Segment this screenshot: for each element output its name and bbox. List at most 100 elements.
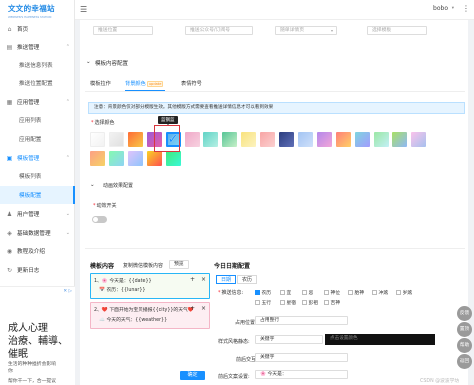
section-title: 模板内容配置 [95,61,129,67]
tab-lunar[interactable]: 农历 [237,275,257,284]
checkbox-box[interactable] [302,290,307,295]
color-swatch[interactable] [260,132,276,147]
option-checkbox[interactable]: 宜 [280,289,291,296]
top-button[interactable]: 置顶 [457,322,472,337]
option-checkbox[interactable]: 胎神 [348,289,364,296]
checkbox-box[interactable] [372,290,377,295]
color-swatch[interactable] [127,132,143,147]
color-swatch[interactable] [203,132,219,147]
brand-logo[interactable]: 文文的幸福站 WENWEN'S HAPPINESS STATION [8,3,70,19]
color-swatch[interactable] [165,151,181,166]
color-swatch[interactable] [108,132,124,147]
add-line-button[interactable]: + [190,306,195,312]
checkbox-box[interactable] [396,290,401,295]
sidebar-item-user-management[interactable]: ♟ 用户管理 ⌄ [0,205,75,223]
sidebar-item-tutorial[interactable]: ◉ 教程及介绍 [0,242,75,260]
sidebar-item-template-management[interactable]: ▣ 模板管理 ⌃ [0,149,75,167]
effects-collapse-icon[interactable]: ⌄ [90,182,95,188]
sidebar-item-push-info-list[interactable]: 推送信息列表 [0,56,75,74]
sidebar-item-base-data[interactable]: ◈ 基础数据管理 ⌄ [0,224,75,242]
toggle-knob [93,217,98,222]
sidebar-item-push-management[interactable]: ▤ 推送管理 ⌃ [0,38,75,56]
color-swatch[interactable] [146,151,162,166]
checkbox-label: 五行 [261,301,272,306]
option-checkbox[interactable]: 冲煞 [372,289,388,296]
color-swatch[interactable] [90,132,105,147]
message-card[interactable]: 2、❤️ 下面开始为宝贝播报{{city}}的天气❤️ ☁️ 今天的天气：{{w… [90,302,210,329]
option-checkbox[interactable]: 神位 [324,289,340,296]
interaction-input[interactable]: 关键字 [255,353,348,362]
color-swatch[interactable] [241,132,257,147]
sidebar-item-home[interactable]: ⌂ 首页 [0,20,75,38]
text-setting-input[interactable]: 🌸 今天是： [255,370,348,379]
color-setting-field[interactable]: 点击设置颜色 [325,334,435,345]
option-checkbox[interactable]: 吉神 [324,299,340,306]
copy-wechat-template-link[interactable]: 复制微信模板内容 [123,262,163,269]
checkbox-box[interactable] [324,290,329,295]
tab-date[interactable]: 日期 [216,275,236,284]
color-swatch[interactable] [127,151,143,166]
more-menu-icon[interactable]: ⋮ [462,4,470,13]
color-swatch[interactable] [316,132,332,147]
checkbox-box[interactable] [255,290,260,295]
sidebar-item-template-list[interactable]: 模板列表 [0,167,75,185]
color-swatch[interactable] [411,132,427,147]
tab-emoji[interactable]: 表情符号 [181,80,202,87]
ad-close-icon[interactable]: ✕ ▷ [63,289,72,294]
section-collapse-icon[interactable]: ⌄ [86,59,91,65]
sidebar-item-template-config[interactable]: 模板配置 [0,186,75,204]
checkbox-box[interactable] [280,300,285,305]
color-swatch[interactable] [335,132,351,147]
collapse-menu-icon[interactable]: ☰ [80,5,87,14]
option-checkbox[interactable]: 星宿 [280,299,296,306]
effects-toggle[interactable] [92,216,107,223]
checkbox-box[interactable] [324,300,329,305]
style-input[interactable]: 关键字 [255,335,323,344]
color-swatch[interactable] [279,132,294,147]
checkbox-box[interactable] [348,290,353,295]
back-button[interactable]: 返回 [457,354,472,369]
delete-card-button[interactable]: × [201,306,206,312]
color-swatch[interactable] [108,151,124,166]
help-button[interactable]: 帮助 [457,338,472,353]
checkbox-box[interactable] [280,290,285,295]
user-name[interactable]: bobo [433,5,448,12]
color-swatch[interactable] [90,151,105,166]
confirm-button[interactable]: 确定 [180,371,205,380]
chevron-down-icon[interactable]: ▾ [452,6,454,11]
sidebar-item-app-list[interactable]: 应用列表 [0,111,75,129]
preview-button[interactable]: 预览 [169,260,189,269]
sidebar-item-label: 模板管理 [17,156,40,162]
color-swatch[interactable] [392,132,408,147]
template-select[interactable]: 选择模板 [367,26,427,35]
detail-page-select[interactable]: 随单详情页 ▾ [275,26,337,35]
color-swatch[interactable] [222,132,238,147]
add-line-button[interactable]: + [190,277,195,283]
tab-background-color[interactable]: 背景颜色 update [125,80,164,87]
color-swatch[interactable] [354,132,370,147]
checkbox-label: 神位 [330,291,341,296]
option-checkbox[interactable]: 农历 [255,289,271,296]
option-checkbox[interactable]: 岁煞 [396,289,412,296]
color-swatch[interactable] [184,132,200,147]
select-placeholder: 随单详情页 [280,28,304,33]
delete-card-button[interactable]: × [201,277,206,283]
account-select[interactable]: 推送公众号/订阅号 [185,26,253,35]
sidebar-item-push-position-config[interactable]: 推送位置配置 [0,74,75,92]
feedback-button[interactable]: 反馈 [457,306,472,321]
advertisement[interactable]: ✕ ▷ 成人心理 治療、輔導、 催眠 生活的种种挫折会影响 你 帮你干一下，合一… [0,286,75,385]
option-checkbox[interactable]: 忌 [302,289,313,296]
message-card[interactable]: 1、🌸 今天是：{{date}} 📅 农历：{{lunar}} + × [90,273,210,299]
sidebar-item-app-management[interactable]: ▦ 应用管理 ⌃ [0,93,75,111]
color-swatch[interactable] [373,132,389,147]
checkbox-box[interactable] [302,300,307,305]
sidebar-item-changelog[interactable]: ↻ 更新日志 [0,261,75,279]
option-checkbox[interactable]: 五行 [255,299,271,306]
checkbox-box[interactable] [255,300,260,305]
push-position-select[interactable]: 推送位置 [93,26,153,35]
position-select[interactable]: 占用整行 [255,316,348,325]
color-swatch[interactable] [297,132,313,147]
sidebar-item-app-config[interactable]: 应用配置 [0,130,75,148]
option-checkbox[interactable]: 彭祖 [302,299,318,306]
tab-template-style[interactable]: 模板拉作 [90,80,111,87]
